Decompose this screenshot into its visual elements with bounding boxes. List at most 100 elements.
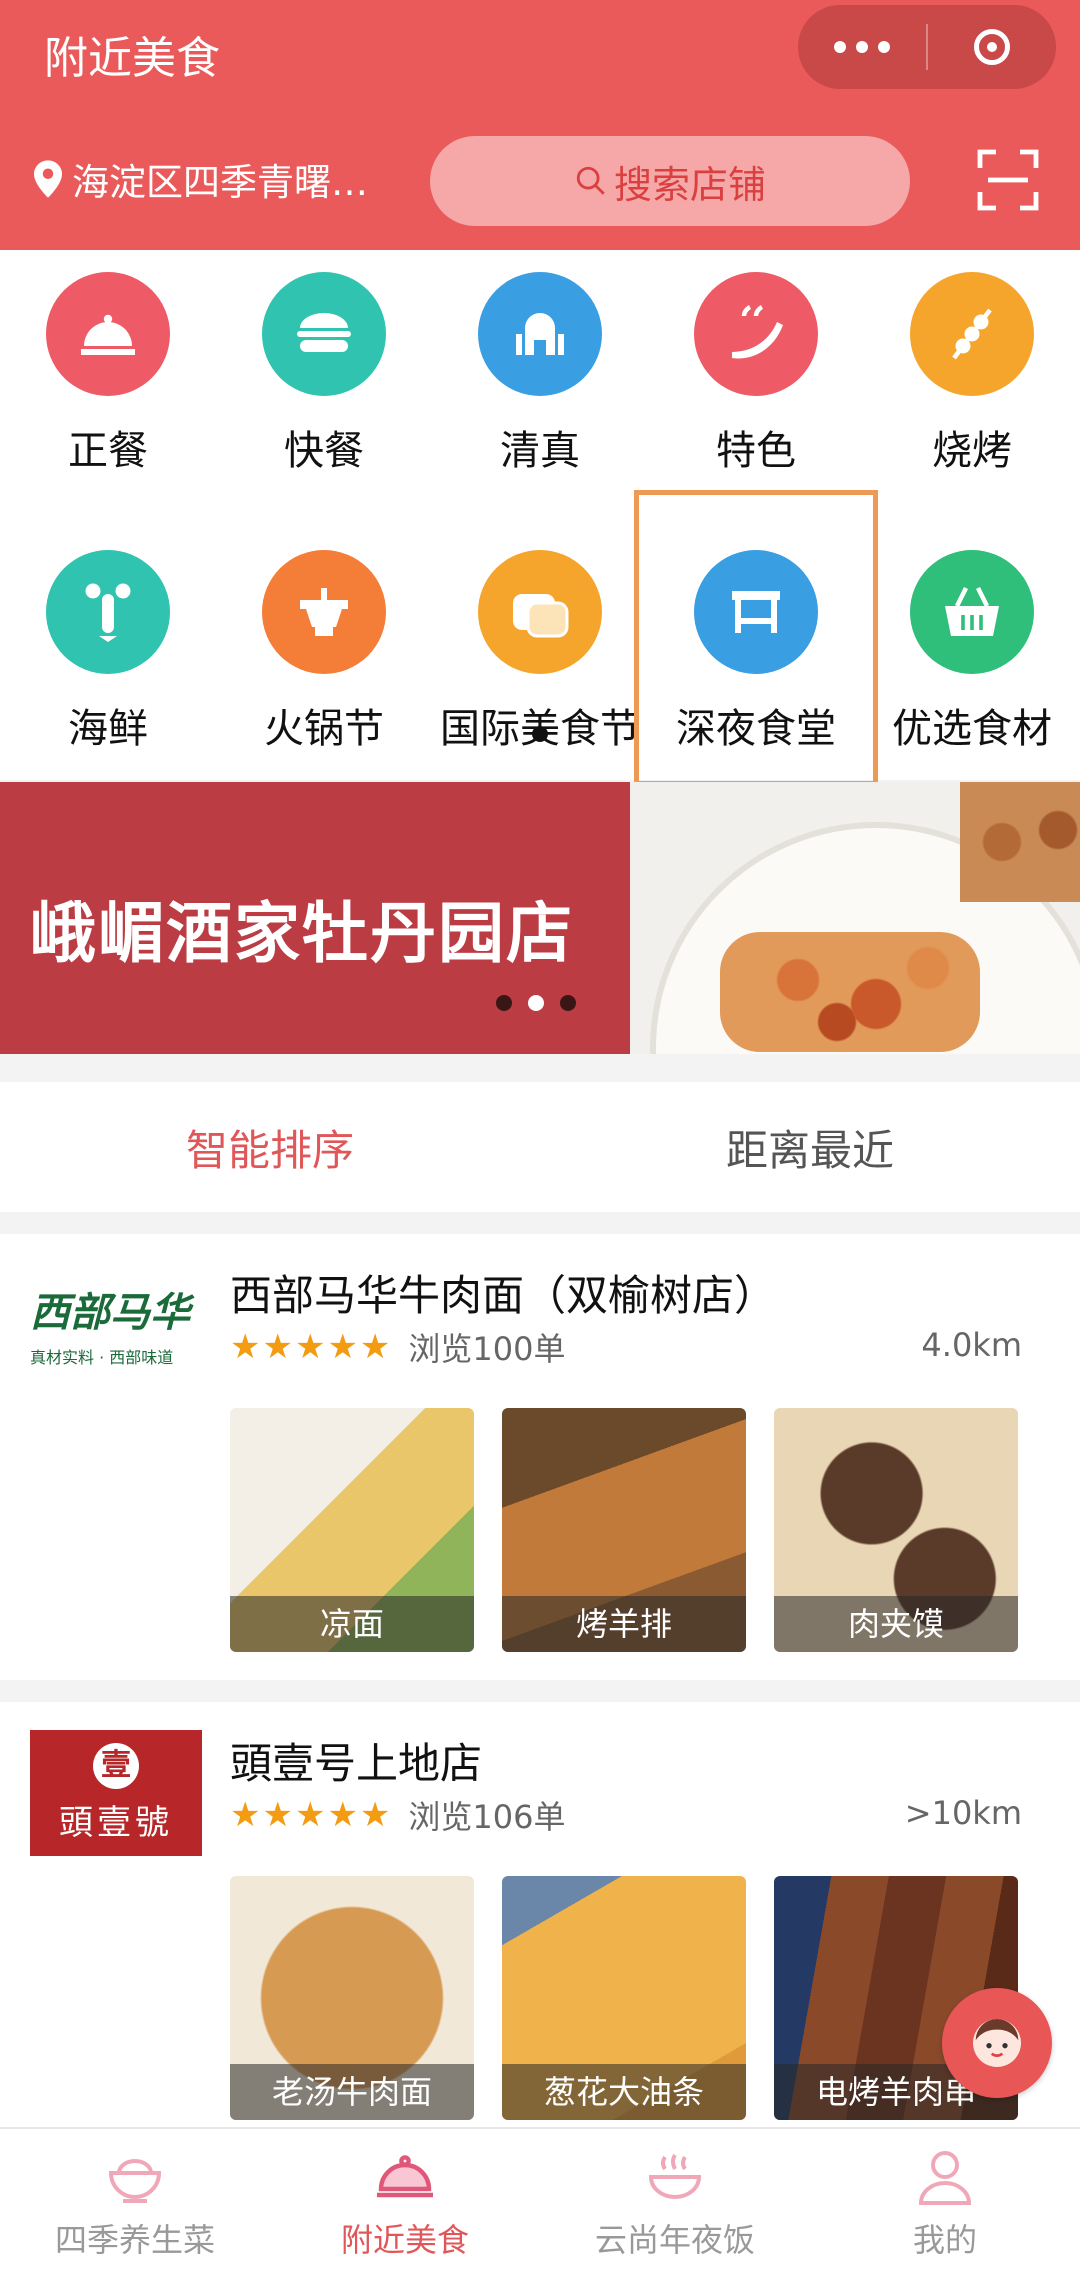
bowl-icon [108, 2159, 162, 2203]
dish-name: 烤羊排 [502, 1596, 746, 1652]
shop-views: 浏览100单 [408, 1330, 566, 1368]
banner-pagination [496, 995, 576, 1011]
touch-point-indicator [532, 726, 548, 742]
location-selector[interactable]: 海淀区四季青曙… [34, 152, 368, 206]
steaming-bowl-icon [648, 2153, 702, 2199]
dish-name: 凉面 [230, 1596, 474, 1652]
shop-meta: ★★★★★ 浏览100单 [230, 1324, 566, 1370]
tab-seasonal-dishes[interactable]: 四季养生菜 [0, 2129, 270, 2277]
banner-dish-image [720, 932, 980, 1052]
shop-meta: ★★★★★ 浏览106单 [230, 1792, 566, 1838]
tab-nearby-food[interactable]: 附近美食 [270, 2129, 540, 2277]
banner-title: 峨嵋酒家牡丹园店 [30, 895, 574, 972]
shop-card[interactable]: 壹 頭壹號 頭壹号上地店 ★★★★★ 浏览106单 >10km 老汤牛肉面 葱花… [0, 1702, 1080, 2127]
sort-tabs: 智能排序 距离最近 [0, 1082, 1080, 1212]
tab-nearest[interactable]: 距离最近 [540, 1117, 1080, 1178]
location-text: 海淀区四季青曙… [72, 161, 368, 204]
dish-card[interactable]: 肉夹馍 [774, 1408, 1018, 1652]
category-label: 优选食材 [892, 706, 1052, 752]
globe-food-icon [478, 550, 602, 674]
shop-name: 西部马华牛肉面（双榆树店） [230, 1271, 777, 1320]
category-item[interactable]: 海鲜 [0, 550, 216, 754]
burger-icon [262, 272, 386, 396]
page-title: 附近美食 [44, 33, 220, 84]
category-item[interactable]: 清真 [432, 272, 648, 476]
location-pin-icon [34, 160, 62, 198]
cloche-icon [377, 2155, 433, 2198]
user-icon [918, 2151, 972, 2205]
more-dot-icon [856, 41, 868, 53]
shop-logo-seal-icon: 壹 [93, 1742, 139, 1789]
category-item[interactable]: 国际美食节 [432, 550, 648, 754]
target-icon [974, 29, 1010, 65]
pagination-dot-active [528, 995, 544, 1011]
scan-icon[interactable] [976, 148, 1040, 212]
category-label: 快餐 [284, 428, 364, 474]
more-dot-icon [878, 41, 890, 53]
bottom-tab-bar: 四季养生菜 附近美食 云尚年夜饭 我的 [0, 2127, 1080, 2277]
hotpot-icon [262, 550, 386, 674]
category-label: 火锅节 [264, 706, 384, 752]
category-item[interactable]: 火锅节 [216, 550, 432, 754]
shop-logo-text: 頭壹號 [59, 1802, 173, 1843]
dish-card[interactable]: 凉面 [230, 1408, 474, 1652]
category-item[interactable]: 正餐 [0, 272, 216, 476]
tab-label: 云尚年夜饭 [594, 2221, 755, 2259]
close-mini-program-button[interactable] [928, 29, 1056, 65]
promo-banner[interactable]: 峨嵋酒家牡丹园店 [0, 782, 1080, 1054]
dish-name: 葱花大油条 [502, 2064, 746, 2120]
shop-logo-subtext: 真材实料 · 西部味道 [30, 1348, 174, 1367]
mosque-icon [478, 272, 602, 396]
basket-icon [910, 550, 1034, 674]
tab-label: 四季养生菜 [54, 2221, 215, 2259]
service-avatar-icon [973, 2019, 1021, 2067]
selection-highlight-box [634, 490, 878, 786]
shop-logo: 壹 頭壹號 [30, 1730, 202, 1856]
category-item[interactable]: 烧烤 [864, 272, 1080, 476]
shop-name: 頭壹号上地店 [230, 1739, 483, 1788]
category-label: 烧烤 [932, 428, 1012, 474]
shop-logo-text: 西部马华 [30, 1290, 190, 1336]
category-label: 海鲜 [68, 706, 148, 752]
pagination-dot [496, 995, 512, 1011]
category-item[interactable]: 特色 [648, 272, 864, 476]
shop-distance: 4.0km [921, 1326, 1022, 1364]
dish-card[interactable]: 葱花大油条 [502, 1876, 746, 2120]
category-item[interactable]: 优选食材 [864, 550, 1080, 754]
category-label: 正餐 [68, 428, 148, 474]
customer-service-button[interactable] [942, 1988, 1052, 2098]
category-label: 国际美食节 [432, 696, 648, 754]
more-menu-button[interactable] [798, 41, 926, 53]
tab-label: 我的 [912, 2221, 977, 2259]
category-grid: 正餐 快餐 清真 特色 烧烤 海鲜 火锅节 深夜食堂 优选食材 [0, 250, 1080, 780]
more-dot-icon [834, 41, 846, 53]
skewer-icon [910, 272, 1034, 396]
dish-name: 肉夹馍 [774, 1596, 1018, 1652]
tab-my-profile[interactable]: 我的 [810, 2129, 1080, 2277]
chili-icon [694, 272, 818, 396]
shop-distance: >10km [904, 1794, 1022, 1832]
lobster-icon [46, 550, 170, 674]
dish-card[interactable]: 烤羊排 [502, 1408, 746, 1652]
dish-card[interactable]: 老汤牛肉面 [230, 1876, 474, 2120]
rating-stars-icon: ★★★★★ [230, 1327, 393, 1367]
shop-card[interactable]: 西部马华 真材实料 · 西部味道 西部马华牛肉面（双榆树店） ★★★★★ 浏览1… [0, 1234, 1080, 1680]
tab-label: 附近美食 [340, 2221, 469, 2259]
tab-smart-sort[interactable]: 智能排序 [0, 1117, 540, 1178]
search-placeholder: 搜索店铺 [613, 162, 766, 207]
rating-stars-icon: ★★★★★ [230, 1795, 393, 1835]
dish-name: 老汤牛肉面 [230, 2064, 474, 2120]
tab-new-year-dinner[interactable]: 云尚年夜饭 [540, 2129, 810, 2277]
shop-logo: 西部马华 真材实料 · 西部味道 [30, 1280, 202, 1406]
search-input[interactable]: 搜索店铺 [430, 136, 910, 226]
top-header: 附近美食 海淀区四季青曙… 搜索店铺 [0, 0, 1080, 250]
cloche-icon [46, 272, 170, 396]
category-label: 特色 [716, 428, 796, 474]
shop-views: 浏览106单 [408, 1798, 566, 1836]
category-label: 清真 [500, 428, 580, 474]
mini-program-capsule [798, 5, 1056, 89]
search-icon [576, 166, 605, 195]
banner-nuts-image [960, 782, 1080, 902]
pagination-dot [560, 995, 576, 1011]
category-item[interactable]: 快餐 [216, 272, 432, 476]
